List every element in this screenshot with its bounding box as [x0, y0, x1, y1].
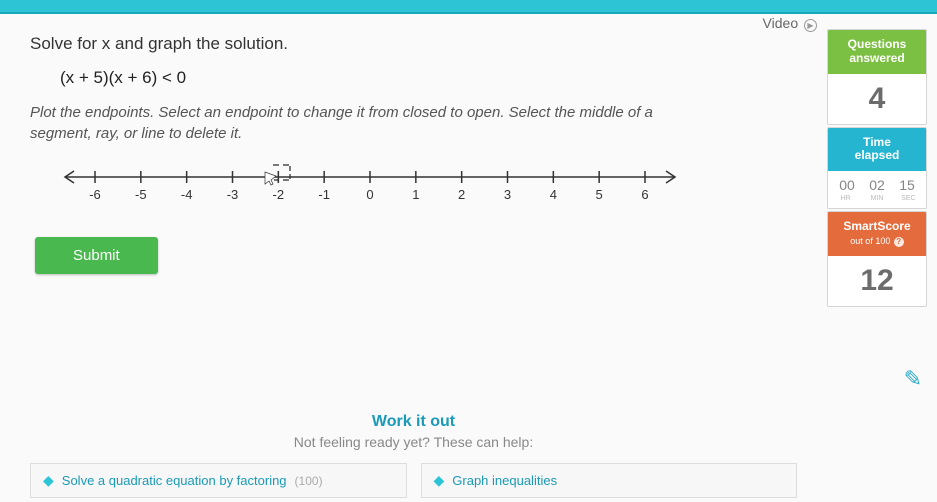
questions-card: Questions answered 4 [827, 29, 927, 125]
main-panel: Solve for x and graph the solution. (x +… [0, 14, 827, 502]
time-hh: 00 [832, 177, 862, 193]
help-link-1: Solve a quadratic equation by factoring [62, 473, 287, 488]
lbl-hr: HR [830, 195, 861, 202]
work-subtitle: Not feeling ready yet? These can help: [0, 434, 827, 450]
questions-title: Questions answered [828, 30, 926, 74]
sidebar: Questions answered 4 Time elapsed 00 02 … [827, 14, 937, 502]
work-title: Work it out [0, 413, 827, 431]
instruction: Plot the endpoints. Select an endpoint t… [30, 102, 690, 144]
work-it-out-heading: Work it out Not feeling ready yet? These… [0, 413, 827, 450]
number-line[interactable]: -6 -5 -4 -3 -2 -1 0 1 2 3 4 5 6 [60, 162, 680, 212]
help-card-factoring[interactable]: ◆ Solve a quadratic equation by factorin… [30, 463, 407, 498]
tick-label: 6 [641, 187, 648, 202]
tick-label: 3 [504, 187, 511, 202]
help-cards: ◆ Solve a quadratic equation by factorin… [0, 453, 827, 502]
expression: (x + 5)(x + 6) < 0 [60, 68, 797, 88]
lbl-sec: SEC [893, 195, 924, 202]
tick-label: 2 [458, 187, 465, 202]
submit-button[interactable]: Submit [35, 237, 158, 274]
tick-label: -3 [227, 187, 239, 202]
tick-label: 1 [412, 187, 419, 202]
smartscore-card: SmartScore out of 100 ? 12 [827, 211, 927, 307]
tick-label: -5 [135, 187, 147, 202]
time-card: Time elapsed 00 02 15 HR MIN SEC [827, 127, 927, 210]
help-score-1: (100) [295, 474, 323, 488]
container: Solve for x and graph the solution. (x +… [0, 14, 937, 502]
top-accent-bar [0, 0, 937, 14]
smartscore-value: 12 [828, 256, 926, 306]
ticks: -6 -5 -4 -3 -2 -1 0 1 2 3 4 5 6 [89, 171, 648, 202]
timer-labels: HR MIN SEC [828, 195, 926, 208]
help-card-graph[interactable]: ◆ Graph inequalities [421, 463, 798, 498]
tick-label: 5 [596, 187, 603, 202]
questions-value: 4 [828, 74, 926, 124]
pencil-icon[interactable]: ✎ [904, 366, 922, 392]
lbl-min: MIN [861, 195, 892, 202]
tick-label: -4 [181, 187, 193, 202]
tick-label: 0 [366, 187, 373, 202]
tick-label: -2 [273, 187, 285, 202]
cursor-icon [265, 165, 290, 185]
footer: Work it out Not feeling ready yet? These… [0, 401, 827, 502]
time-ss: 15 [892, 177, 922, 193]
timer-values: 00 02 15 [828, 171, 926, 195]
tick-label: -1 [318, 187, 330, 202]
tick-label: -6 [89, 187, 101, 202]
gem-icon: ◆ [434, 472, 445, 489]
info-icon[interactable]: ? [894, 237, 904, 247]
smartscore-title: SmartScore out of 100 ? [828, 212, 926, 256]
time-title: Time elapsed [828, 128, 926, 172]
number-line-svg[interactable]: -6 -5 -4 -3 -2 -1 0 1 2 3 4 5 6 [60, 162, 680, 212]
time-mm: 02 [862, 177, 892, 193]
tick-label: 4 [550, 187, 557, 202]
help-link-2: Graph inequalities [452, 473, 557, 488]
prompt-text: Solve for x and graph the solution. [30, 34, 797, 54]
gem-icon: ◆ [43, 472, 54, 489]
